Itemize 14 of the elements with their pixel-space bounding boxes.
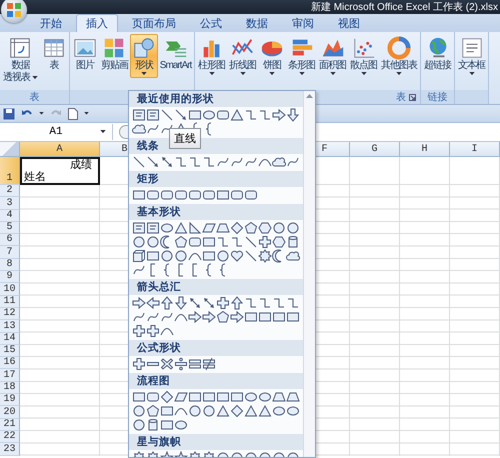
section-header: 流程图	[129, 373, 303, 389]
window-title: 新建 Microsoft Office Excel 工作表 (2).xlsx	[310, 0, 498, 14]
section-header: 公式形状	[129, 340, 303, 356]
section-header: 最近使用的形状	[129, 91, 303, 107]
section-header: 星与旗帜	[129, 434, 303, 450]
section-header: 矩形	[129, 171, 303, 187]
tooltip: 直线	[169, 128, 201, 149]
group-label: 表	[29, 90, 40, 104]
section-header: 箭头总汇	[129, 279, 303, 295]
section-header: 基本形状	[129, 204, 303, 220]
group-label: 链接	[428, 90, 448, 104]
cell-text: 成绩	[70, 159, 93, 171]
group-label: 表	[396, 90, 406, 104]
cell-text: 姓名	[24, 171, 46, 183]
